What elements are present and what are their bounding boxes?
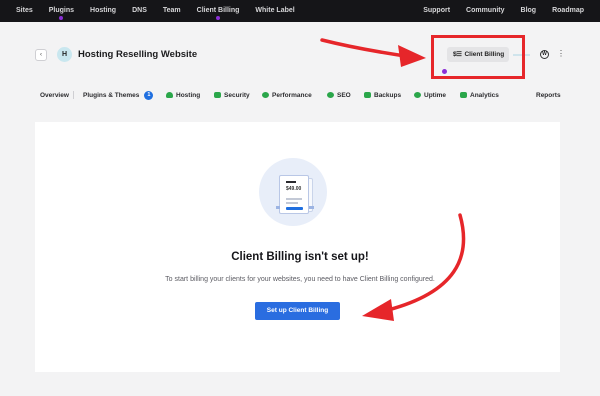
nav-roadmap-label: Roadmap [552, 7, 584, 14]
more-options-icon[interactable]: ⋮ [557, 48, 565, 60]
nav-support[interactable]: Support [415, 0, 458, 22]
invoice-illustration: $49.00 [279, 175, 309, 214]
uptime-icon [414, 92, 421, 98]
nav-client-billing[interactable]: Client Billing [189, 0, 248, 22]
nav-dns-label: DNS [132, 7, 147, 14]
tab-reports[interactable]: Reports [536, 86, 561, 104]
wordpress-icon[interactable]: W [540, 50, 549, 59]
back-button[interactable]: ‹ [35, 49, 47, 61]
tab-overview[interactable]: Overview [40, 86, 69, 104]
tab-label: Performance [272, 91, 312, 99]
count-badge: 1 [144, 90, 154, 100]
site-avatar: H [57, 47, 72, 62]
nav-support-label: Support [423, 7, 451, 14]
tab-label: Security [224, 91, 250, 99]
site-title: Hosting Reselling Website [78, 49, 198, 60]
tab-label: Hosting [176, 91, 201, 99]
invoice-line [286, 198, 302, 200]
notification-dot [216, 16, 221, 20]
tab-security[interactable]: Security [214, 86, 250, 104]
nav-client-billing-label: Client Billing [196, 7, 240, 14]
nav-sites[interactable]: Sites [8, 0, 41, 22]
tab-uptime[interactable]: Uptime [414, 86, 446, 104]
tab-divider [73, 91, 74, 99]
tab-plugins-themes[interactable]: Plugins & Themes 1 [83, 86, 154, 104]
tab-label: Uptime [424, 91, 447, 99]
nav-plugins[interactable]: Plugins [41, 0, 82, 22]
invoice-tab [276, 206, 280, 209]
tab-performance[interactable]: Performance [262, 86, 312, 104]
nav-sites-label: Sites [16, 7, 33, 14]
analytics-icon [460, 92, 467, 98]
invoice-line [286, 202, 298, 204]
tab-label: Overview [40, 91, 69, 99]
invoice-line [286, 181, 296, 183]
site-tabs: Overview Plugins & Themes 1 Hosting Secur… [0, 86, 600, 104]
nav-blog-label: Blog [520, 7, 537, 14]
notification-dot [59, 16, 64, 20]
top-nav-right: Support Community Blog Roadmap [415, 0, 592, 22]
tab-label: Analytics [470, 91, 499, 99]
cloud-icon [166, 92, 173, 98]
invoice-price: $49.00 [286, 186, 302, 192]
tab-backups[interactable]: Backups [364, 86, 401, 104]
backup-icon [364, 92, 371, 98]
tab-label: Plugins & Themes [83, 91, 140, 99]
nav-dns[interactable]: DNS [124, 0, 155, 22]
tab-label: SEO [337, 91, 351, 99]
tab-seo[interactable]: SEO [327, 86, 351, 104]
nav-community[interactable]: Community [458, 0, 513, 22]
nav-plugins-label: Plugins [48, 7, 75, 14]
top-nav-left: Sites Plugins Hosting DNS Team Client Bi… [8, 0, 303, 22]
nav-white-label-label: White Label [255, 7, 295, 14]
nav-hosting[interactable]: Hosting [82, 0, 124, 22]
nav-team[interactable]: Team [155, 0, 189, 22]
top-nav: Sites Plugins Hosting DNS Team Client Bi… [0, 0, 600, 22]
gauge-icon [262, 92, 269, 98]
notification-dot [442, 69, 447, 74]
invoice-tab [309, 206, 314, 209]
setup-client-billing-button[interactable]: Set up Client Billing [255, 302, 340, 320]
nav-hosting-label: Hosting [90, 7, 117, 14]
invoice-bar [286, 207, 303, 210]
empty-state-title: Client Billing isn't set up! [231, 251, 369, 263]
nav-community-label: Community [466, 7, 505, 14]
seo-icon [327, 92, 334, 98]
nav-blog[interactable]: Blog [513, 0, 545, 22]
nav-white-label[interactable]: White Label [247, 0, 302, 22]
chevron-left-icon: ‹ [40, 52, 42, 58]
tab-analytics[interactable]: Analytics [460, 86, 499, 104]
nav-team-label: Team [162, 7, 181, 14]
empty-state-description: To start billing your clients for your w… [165, 276, 435, 283]
tab-hosting[interactable]: Hosting [166, 86, 200, 104]
tab-label: Reports [536, 91, 561, 99]
tab-label: Backups [374, 91, 402, 99]
nav-roadmap[interactable]: Roadmap [544, 0, 592, 22]
shield-icon [214, 92, 221, 98]
